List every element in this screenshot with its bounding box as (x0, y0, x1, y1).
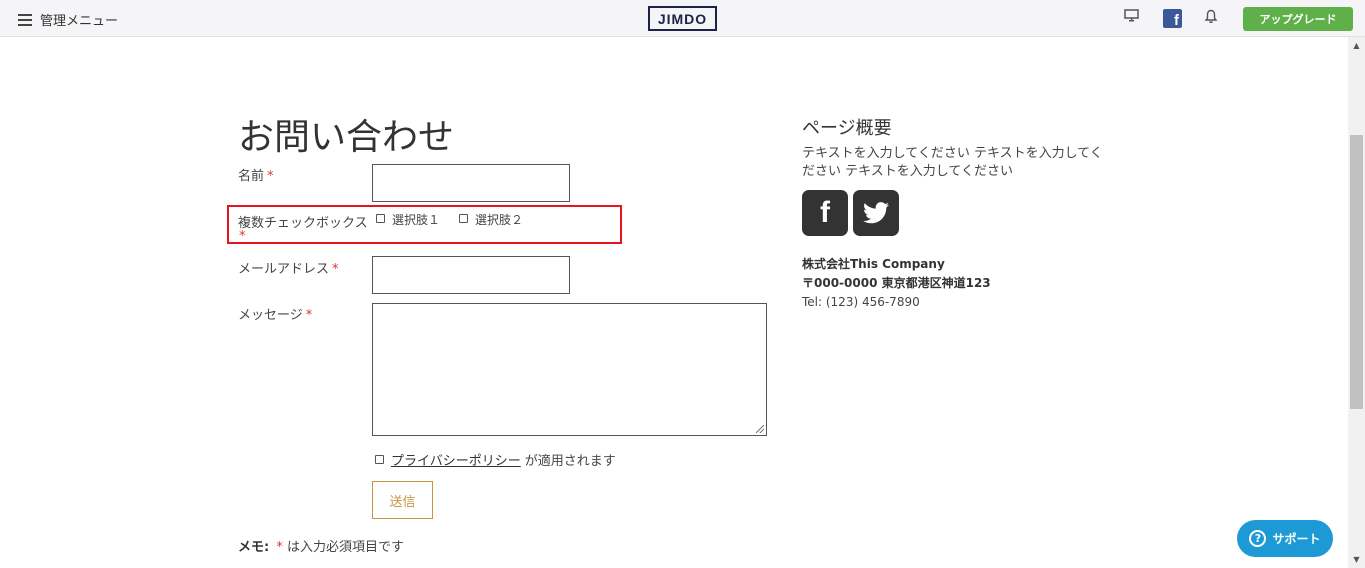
page-scrollbar[interactable]: ▲ ▼ (1348, 37, 1365, 568)
admin-menu-button[interactable]: 管理メニュー (18, 9, 118, 29)
scroll-up-icon[interactable]: ▲ (1348, 37, 1365, 54)
email-label-text: メールアドレス (238, 262, 330, 277)
email-label: メールアドレス * (238, 258, 339, 277)
twitter-share-button[interactable] (853, 190, 899, 236)
option-2-checkbox[interactable] (459, 214, 468, 223)
support-label: サポート (1272, 532, 1321, 546)
jimdo-logo[interactable]: JIMDO (648, 6, 717, 31)
facebook-icon: f (820, 196, 830, 229)
company-name: 株式会社This Company (802, 257, 945, 271)
option-2-label[interactable]: 選択肢２ (475, 211, 523, 228)
message-label: メッセージ * (238, 304, 312, 323)
facebook-icon[interactable]: f (1163, 9, 1182, 28)
required-mark: * (267, 169, 274, 184)
required-mark: * (332, 262, 339, 277)
sidebar-title: ページ概要 (802, 118, 892, 139)
required-note: メモ: * は入力必須項目です (238, 536, 404, 555)
name-label-text: 名前 (238, 169, 265, 184)
scroll-down-icon[interactable]: ▼ (1348, 551, 1365, 568)
upgrade-button[interactable]: アップグレード (1243, 7, 1353, 31)
submit-button[interactable]: 送信 (372, 481, 433, 519)
admin-menu-label: 管理メニュー (40, 13, 119, 29)
resize-grip-icon[interactable] (756, 425, 764, 433)
company-info: 株式会社This Company 〒000-0000 東京都港区神道123 Te… (802, 255, 991, 312)
privacy-row: プライバシーポリシー が適用されます (375, 450, 616, 469)
checkbox-group-label: 複数チェックボックス (238, 216, 368, 231)
name-label: 名前 * (238, 165, 274, 184)
hamburger-icon (18, 13, 32, 26)
scroll-thumb[interactable] (1350, 135, 1363, 409)
memo-suffix: は入力必須項目です (286, 540, 404, 555)
twitter-icon (863, 202, 889, 224)
message-label-text: メッセージ (238, 308, 303, 323)
facebook-share-button[interactable]: f (802, 190, 848, 236)
monitor-icon[interactable] (1124, 9, 1139, 23)
privacy-checkbox[interactable] (375, 455, 384, 464)
name-input[interactable] (372, 164, 570, 202)
help-icon: ? (1249, 530, 1267, 547)
message-textarea[interactable] (372, 303, 767, 436)
required-mark: * (276, 540, 283, 555)
privacy-policy-link[interactable]: プライバシーポリシー (391, 450, 521, 469)
sidebar-text: テキストを入力してください テキストを入力してください テキストを入力してくださ… (802, 146, 1103, 179)
email-input[interactable] (372, 256, 570, 294)
required-mark: * (305, 308, 313, 323)
page-title: お問い合わせ (238, 117, 455, 158)
admin-topbar: 管理メニュー JIMDO f アップグレード (0, 0, 1365, 37)
company-tel: Tel: (123) 456-7890 (802, 295, 920, 309)
option-1-label[interactable]: 選択肢１ (392, 211, 440, 228)
memo-prefix: メモ: (238, 540, 270, 555)
required-mark: * (239, 229, 246, 244)
privacy-suffix: が適用されます (524, 454, 616, 469)
support-button[interactable]: ? サポート (1237, 520, 1333, 557)
option-1-checkbox[interactable] (376, 214, 385, 223)
bell-icon[interactable] (1204, 9, 1218, 24)
company-address: 〒000-0000 東京都港区神道123 (802, 276, 991, 290)
